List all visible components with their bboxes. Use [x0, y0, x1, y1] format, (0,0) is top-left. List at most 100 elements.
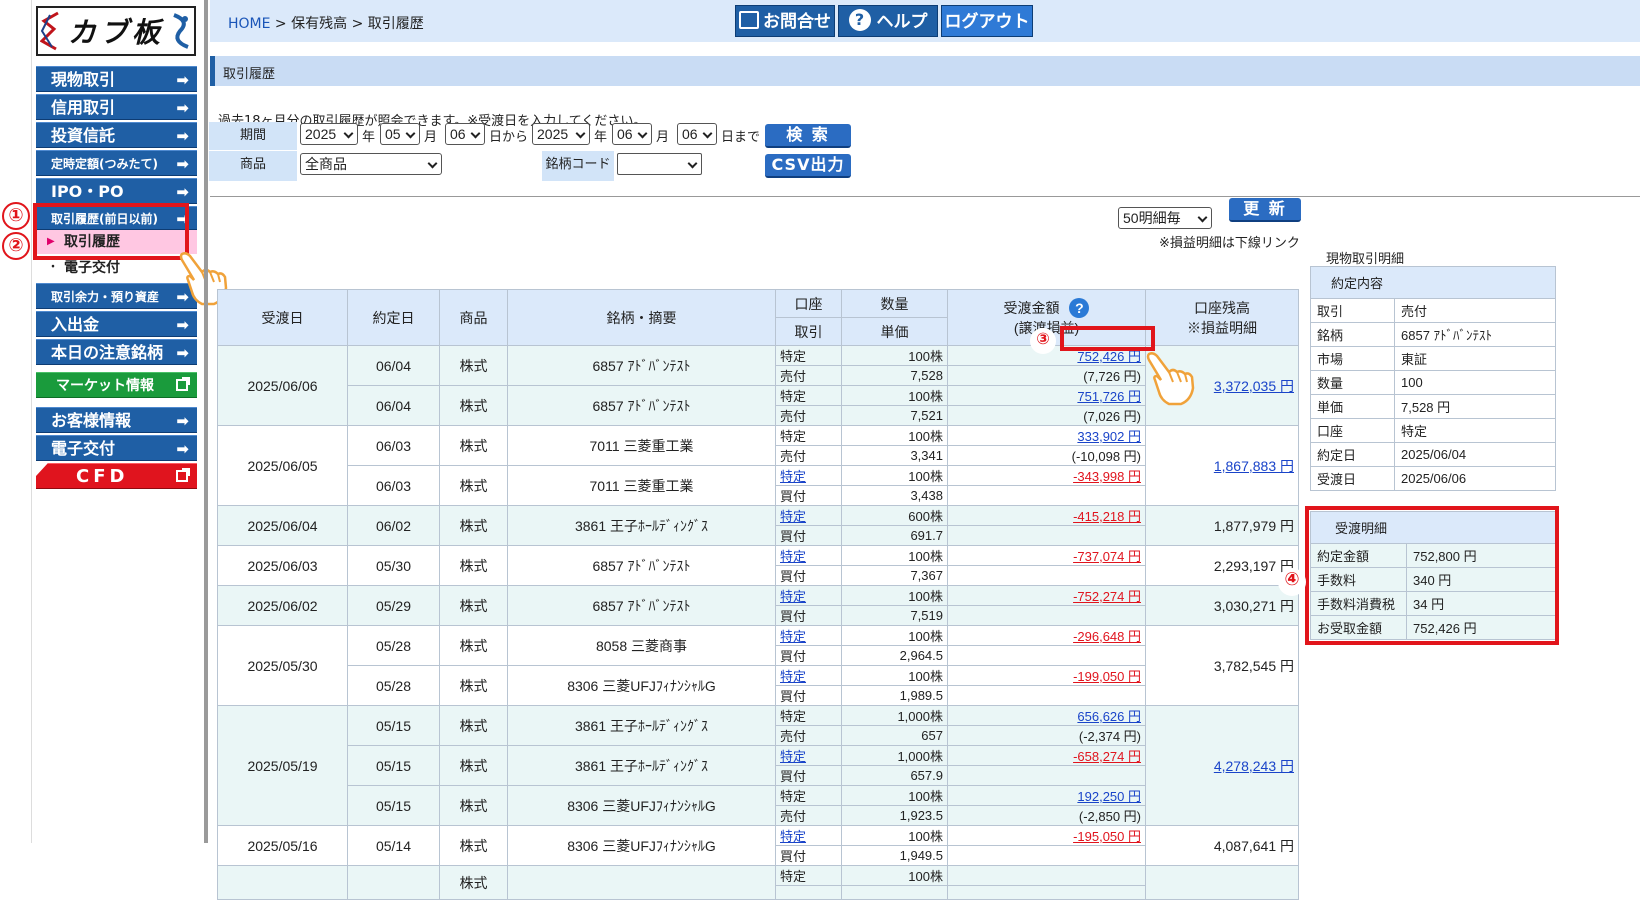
- nav-deposit-withdraw[interactable]: 入出金 ➡: [36, 311, 197, 337]
- trade-date-cell: 06/03: [347, 425, 440, 466]
- issue-cell: [507, 865, 776, 900]
- refresh-button[interactable]: 更 新: [1229, 198, 1301, 222]
- table-row: 05/28 株式 8306 三菱UFJﾌｨﾅﾝｼｬﾙG 特定 100株 -199,050 …: [217, 665, 1299, 706]
- qty-cell: 1,000株: [841, 705, 948, 726]
- contract-key: 数量: [1310, 370, 1395, 395]
- breadcrumb: HOME > 保有残高 > 取引履歴: [228, 13, 424, 33]
- pl-cell: [947, 645, 1146, 666]
- breadcrumb-holdings[interactable]: 保有残高: [291, 16, 347, 32]
- table-row: 06/03 株式 7011 三菱重工業 特定 100株 -343,998 円: [217, 465, 1299, 506]
- account-cell: 特定: [775, 345, 842, 366]
- contract-value: 6857 ｱﾄﾞﾊﾞﾝﾃｽﾄ: [1394, 322, 1556, 347]
- nav-e-delivery[interactable]: 電子交付 ➡: [36, 435, 197, 461]
- product-cell: 株式: [439, 625, 508, 666]
- nav-cfd[interactable]: CFD: [36, 463, 197, 489]
- account-cell[interactable]: 特定: [775, 465, 842, 486]
- pl-cell: [947, 565, 1146, 586]
- col-trade-date: 約定日: [347, 289, 440, 346]
- annotation-1: ①: [2, 202, 30, 230]
- col-trade: 取引: [775, 317, 842, 346]
- account-cell[interactable]: 特定: [775, 665, 842, 686]
- amount-link[interactable]: 333,902 円: [1077, 429, 1141, 444]
- code-input[interactable]: [617, 153, 702, 175]
- issue-cell: 7011 三菱重工業: [507, 425, 776, 466]
- settle-date-cell: 2025/06/02: [217, 585, 348, 626]
- logout-button[interactable]: ログアウト: [941, 5, 1033, 37]
- arrow-right-icon: ➡: [176, 316, 189, 334]
- per-page-select[interactable]: 50明細毎: [1118, 207, 1212, 229]
- nav-investment-trust[interactable]: 投資信託 ➡: [36, 122, 197, 148]
- product-cell: 株式: [439, 745, 508, 786]
- account-cell: 特定: [775, 425, 842, 446]
- amount-link[interactable]: -752,274 円: [1073, 589, 1141, 604]
- contract-value: 2025/06/04: [1394, 442, 1556, 467]
- amount-link[interactable]: -658,274 円: [1073, 749, 1141, 764]
- nav-market-info[interactable]: マーケット情報: [36, 372, 197, 398]
- amount-link[interactable]: -415,218 円: [1073, 509, 1141, 524]
- balance-value[interactable]: 4,278,243 円: [1214, 758, 1294, 774]
- amount-cell: 192,250 円: [947, 785, 1146, 806]
- logo[interactable]: カブ板: [36, 6, 196, 56]
- from-day-select[interactable]: 06: [445, 123, 485, 145]
- amount-link[interactable]: 192,250 円: [1077, 789, 1141, 804]
- arrow-right-icon: ➡: [176, 71, 189, 89]
- qty-cell: 100株: [841, 545, 948, 566]
- nav-watch-stocks[interactable]: 本日の注意銘柄 ➡: [36, 339, 197, 365]
- amount-link[interactable]: -195,050 円: [1073, 829, 1141, 844]
- contract-table: 約定内容 取引 売付 銘柄 6857 ｱﾄﾞﾊﾞﾝﾃｽﾄ 市場 東証 数量 100 単価 7,52…: [1310, 266, 1556, 491]
- sidebar: カブ板 現物取引 ➡ 信用取引 ➡ 投資信託 ➡ 定時定額(つみたて) ➡ IPO・PO…: [0, 0, 228, 843]
- settle-date-cell: 2025/06/05: [217, 425, 348, 506]
- nav-label: 取引余力・預り資産: [51, 290, 160, 304]
- nav-regular-investment[interactable]: 定時定額(つみたて) ➡: [36, 150, 197, 176]
- nav-ipo-po[interactable]: IPO・PO ➡: [36, 178, 197, 204]
- issue-cell: 7011 三菱重工業: [507, 465, 776, 506]
- contract-row: 銘柄 6857 ｱﾄﾞﾊﾞﾝﾃｽﾄ: [1310, 322, 1556, 347]
- price-cell: 7,367: [841, 565, 948, 586]
- balance-value[interactable]: 1,867,883 円: [1214, 458, 1294, 474]
- to-month-select[interactable]: 06: [612, 123, 652, 145]
- amount-link[interactable]: 752,426 円: [1077, 349, 1141, 364]
- year-text: 年: [594, 130, 608, 145]
- issue-cell: 6857 ｱﾄﾞﾊﾞﾝﾃｽﾄ: [507, 345, 776, 386]
- search-button[interactable]: 検 索: [765, 124, 851, 148]
- account-cell: 特定: [775, 705, 842, 726]
- account-cell[interactable]: 特定: [775, 545, 842, 566]
- to-year-select[interactable]: 2025: [532, 123, 590, 145]
- nav-customer-info[interactable]: お客様情報 ➡: [36, 407, 197, 433]
- settle-date-cell: [217, 865, 348, 900]
- amount-link[interactable]: -199,050 円: [1073, 669, 1141, 684]
- nav-label: CFD: [76, 466, 129, 487]
- balance-value[interactable]: 3,372,035 円: [1214, 378, 1294, 394]
- settle-date-cell: 2025/05/16: [217, 825, 348, 866]
- account-cell[interactable]: 特定: [775, 745, 842, 766]
- contract-key: 約定日: [1310, 442, 1395, 467]
- amount-link[interactable]: -737,074 円: [1073, 549, 1141, 564]
- help-icon[interactable]: ?: [1069, 297, 1090, 318]
- amount-link[interactable]: -343,998 円: [1073, 469, 1141, 484]
- amount-link[interactable]: 656,626 円: [1077, 709, 1141, 724]
- help-button[interactable]: ? ヘルプ: [838, 5, 938, 37]
- price-cell: 3,438: [841, 485, 948, 506]
- from-month-select[interactable]: 05: [380, 123, 420, 145]
- breadcrumb-home[interactable]: HOME: [228, 16, 270, 32]
- account-cell[interactable]: 特定: [775, 585, 842, 606]
- amount-link[interactable]: -296,648 円: [1073, 629, 1141, 644]
- product-cell: 株式: [439, 705, 508, 746]
- account-cell[interactable]: 特定: [775, 505, 842, 526]
- contract-key: 単価: [1310, 394, 1395, 419]
- contact-button[interactable]: お問合せ: [735, 5, 835, 37]
- from-year-select[interactable]: 2025: [300, 123, 358, 145]
- to-day-select[interactable]: 06: [677, 123, 717, 145]
- csv-button[interactable]: CSV出力: [765, 154, 851, 178]
- amount-link[interactable]: 751,726 円: [1077, 389, 1141, 404]
- amount-header: 受渡金額 ?: [949, 297, 1145, 318]
- amount-cell: -737,074 円: [947, 545, 1146, 566]
- nav-buying-power[interactable]: 取引余力・預り資産 ➡: [36, 283, 197, 309]
- contract-key: 取引: [1310, 298, 1395, 323]
- side-cell: 買付: [775, 845, 842, 866]
- account-cell[interactable]: 特定: [775, 625, 842, 646]
- nav-spot-trading[interactable]: 現物取引 ➡: [36, 66, 197, 92]
- nav-label: お客様情報: [51, 411, 132, 430]
- nav-margin-trading[interactable]: 信用取引 ➡: [36, 94, 197, 120]
- product-select[interactable]: 全商品: [300, 153, 442, 175]
